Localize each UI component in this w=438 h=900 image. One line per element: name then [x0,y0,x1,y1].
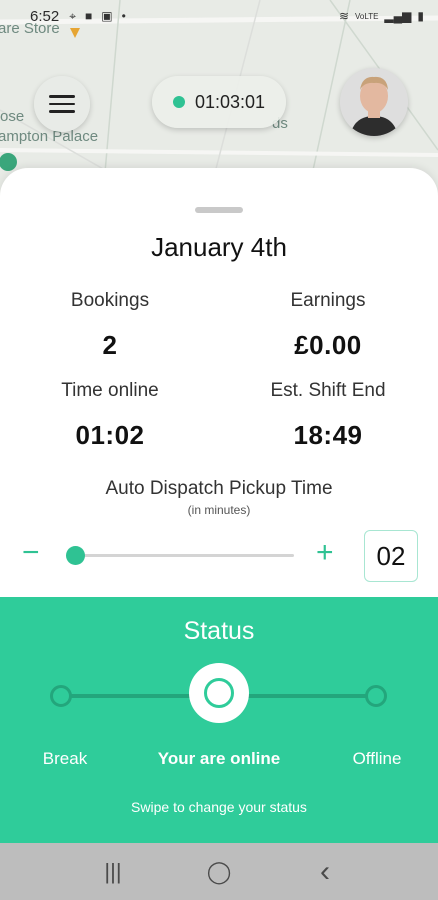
stat-earnings: Earnings £0.00 [228,290,428,361]
system-nav-bar: ||| ◯ ‹ [0,843,438,900]
slider-thumb[interactable] [66,546,85,565]
status-option-offline[interactable]: Offline [340,749,414,769]
drag-handle[interactable] [195,207,243,213]
avatar[interactable] [340,68,408,136]
volte-icon: VoLTE [355,11,379,21]
map-label: ampton Palace [0,128,99,145]
stat-value: £0.00 [294,330,362,360]
shift-summary-sheet: January 4th Bookings 2 Earnings £0.00 Ti… [0,168,438,598]
status-node-online[interactable] [189,663,249,723]
pickup-time-slider[interactable] [66,546,294,565]
menu-button[interactable] [34,76,90,132]
wifi-icon: ≋ [338,9,349,23]
profile-photo [340,68,408,136]
page-title: January 4th [151,232,287,262]
signal-icon: ▂▄▆ [384,9,412,23]
status-node-break[interactable] [50,685,72,707]
home-icon[interactable]: ◯ [199,852,239,892]
back-icon[interactable]: ‹ [305,852,345,892]
map-label: ose [0,108,25,125]
status-option-online[interactable]: Your are online [140,749,298,769]
recent-apps-icon[interactable]: ||| [93,852,133,892]
clock: 6:52 [30,7,60,25]
status-selector-icon [204,678,234,708]
stat-label: Bookings [70,290,150,311]
decrease-button[interactable]: − [22,538,40,568]
online-indicator-icon [172,96,185,108]
stat-value: 01:02 [75,420,145,450]
pickup-minutes-input[interactable]: 02 [364,530,418,582]
notification-icon: ■ [84,9,93,23]
battery-icon: ▮ [417,9,424,23]
location-icon: ⌖ [69,8,76,23]
status-title: Status [183,617,255,645]
status-panel: Status Break Your are online Offline Swi… [0,597,438,843]
swipe-hint: Swipe to change your status [131,799,307,815]
gallery-icon: ▣ [101,9,113,23]
system-status-bar: 6:52 ⌖ ■ ▣ • ≋ VoLTE ▂▄▆ ▮ [0,0,438,32]
stat-bookings: Bookings 2 [10,290,210,361]
stat-value: 18:49 [293,420,363,450]
shift-timer[interactable]: 01:03:01 [152,76,286,128]
dispatch-subtitle: (in minutes) [187,503,251,517]
stat-label: Time online [61,380,159,401]
stat-shift-end: Est. Shift End 18:49 [228,380,428,451]
hamburger-icon [49,95,75,113]
status-icons-right: ≋ VoLTE ▂▄▆ ▮ [339,9,424,23]
stat-label: Earnings [290,290,366,311]
dot-icon: • [121,9,126,23]
stat-time-online: Time online 01:02 [10,380,210,451]
status-node-offline[interactable] [365,685,387,707]
stat-value: 2 [102,330,118,360]
stat-label: Est. Shift End [270,380,386,401]
timer-value: 01:03:01 [194,91,266,112]
increase-button[interactable]: + [316,538,334,568]
dispatch-title: Auto Dispatch Pickup Time [105,478,333,499]
status-option-break[interactable]: Break [30,749,100,769]
